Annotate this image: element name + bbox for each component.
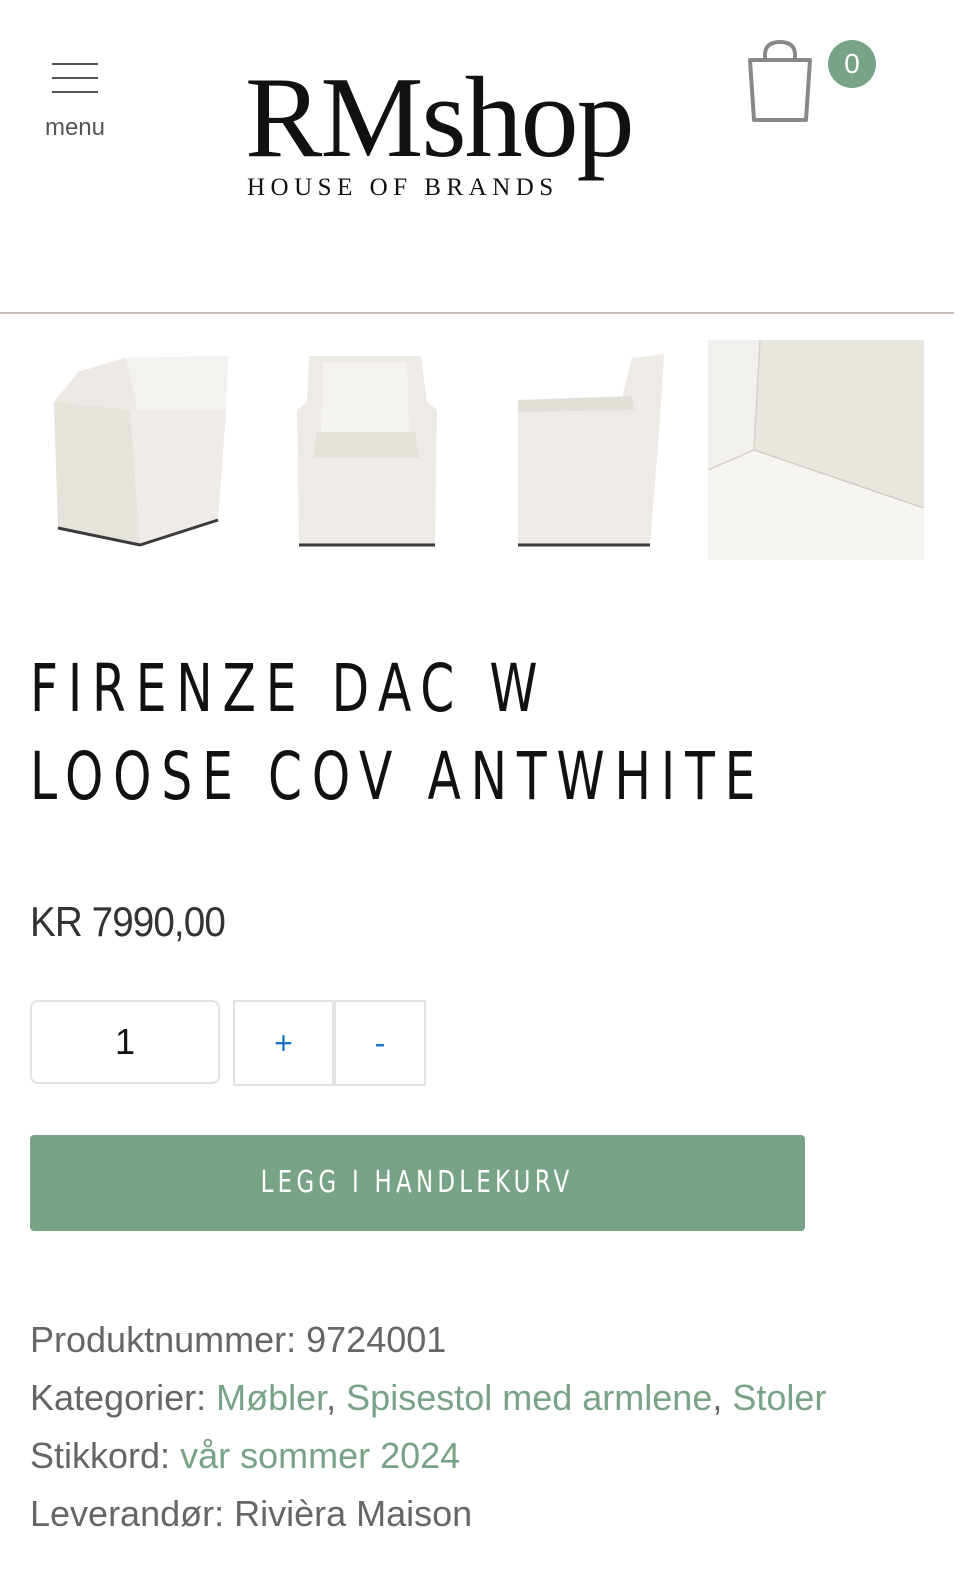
add-to-cart-button[interactable]: LEGG I HANDLEKURV	[30, 1135, 805, 1231]
tag-link[interactable]: vår sommer 2024	[180, 1435, 460, 1476]
product-title: FIRENZE DAC W LOOSE COV ANTWHITE	[30, 650, 766, 815]
category-link-mobler[interactable]: Møbler	[216, 1377, 326, 1418]
menu-button[interactable]: menu	[38, 60, 110, 150]
add-to-cart-label: LEGG I HANDLEKURV	[261, 1165, 574, 1200]
categories-row: Kategorier: Møbler, Spisestol med armlen…	[30, 1377, 827, 1418]
product-thumbnail-4[interactable]	[708, 340, 924, 560]
cart-count-badge: 0	[828, 40, 876, 88]
header-divider	[0, 312, 954, 314]
chair-side-view-icon	[518, 354, 664, 547]
site-logo[interactable]: RMshop HOUSE OF BRANDS	[245, 60, 665, 210]
chair-front-view-icon	[297, 356, 437, 547]
hamburger-icon-bar	[52, 91, 98, 93]
menu-label: menu	[44, 114, 106, 141]
chair-angled-view-icon	[54, 356, 228, 547]
sku-row: Produktnummer: 9724001	[30, 1318, 446, 1362]
fabric-detail-view-icon	[708, 340, 924, 560]
category-link-stoler[interactable]: Stoler	[732, 1377, 826, 1418]
sku-label: Produktnummer:	[30, 1319, 297, 1360]
supplier-label: Leverandør:	[30, 1493, 225, 1534]
product-thumbnail-3[interactable]	[482, 340, 698, 560]
cart-button[interactable]	[745, 39, 815, 126]
hamburger-icon	[52, 63, 98, 65]
supplier-row: Leverandør: Rivièra Maison	[30, 1492, 472, 1536]
supplier-value: Rivièra Maison	[234, 1493, 473, 1534]
tags-label: Stikkord:	[30, 1435, 171, 1476]
product-thumbnail-2[interactable]	[257, 340, 473, 560]
shopping-bag-icon	[748, 39, 812, 122]
sku-value: 9724001	[306, 1319, 447, 1360]
hamburger-icon-bar	[52, 77, 98, 79]
quantity-increase-button[interactable]: +	[233, 1000, 334, 1086]
product-price: KR 7990,00	[30, 898, 226, 945]
logo-tagline: HOUSE OF BRANDS	[247, 174, 559, 201]
category-link-spisestol[interactable]: Spisestol med armlene	[346, 1377, 712, 1418]
categories-label: Kategorier:	[30, 1377, 207, 1418]
tags-row: Stikkord: vår sommer 2024	[30, 1434, 460, 1478]
logo-wordmark: RMshop	[245, 54, 635, 182]
quantity-decrease-button[interactable]: -	[334, 1000, 426, 1086]
product-thumbnail-1[interactable]	[30, 340, 246, 560]
quantity-input[interactable]	[30, 1000, 220, 1084]
